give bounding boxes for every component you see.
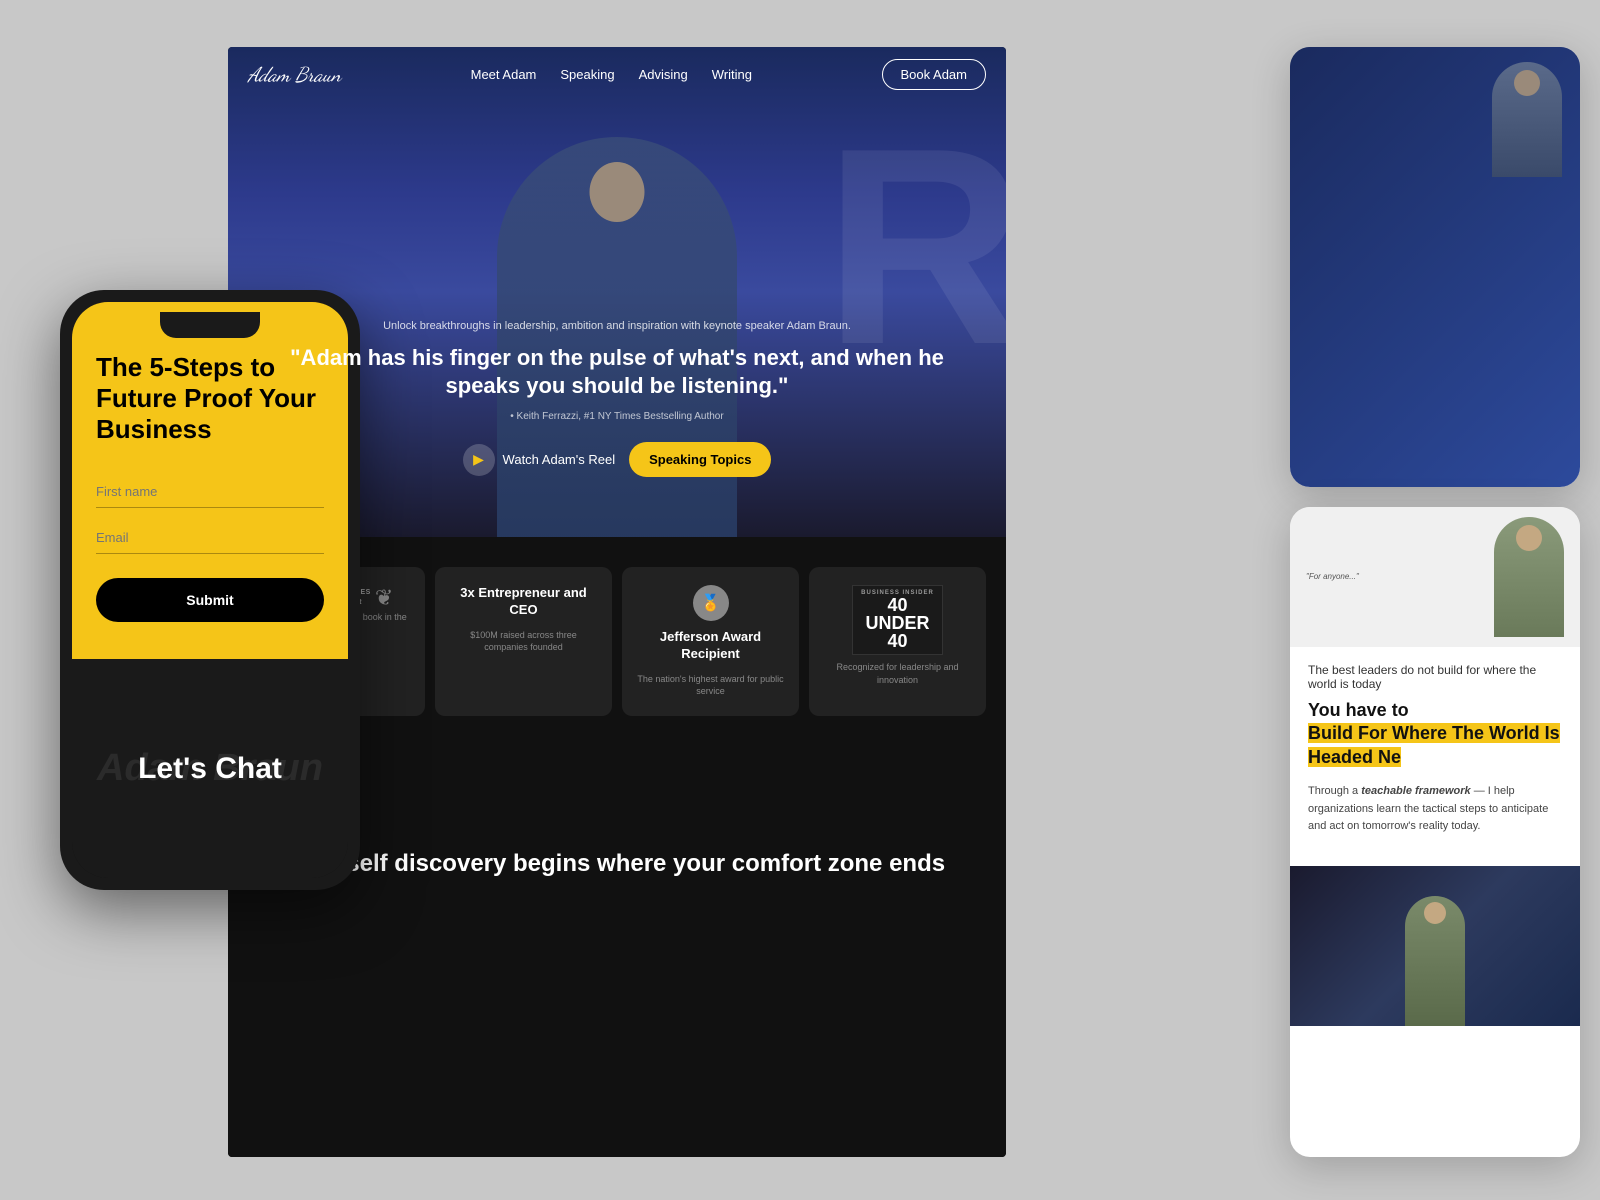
- bottom-quote: True self discovery begins where your co…: [268, 847, 966, 881]
- right-bottom-speaker: [1494, 517, 1564, 637]
- right-bottom-heading: You have to Build For Where The World Is…: [1308, 699, 1562, 769]
- heading-highlight: Build For Where The World Is Headed Ne: [1308, 723, 1560, 766]
- hero-attribution: • Keith Ferrazzi, #1 NY Times Bestsellin…: [288, 411, 946, 422]
- right-top-image: [1290, 47, 1580, 177]
- hero-head: [590, 162, 645, 222]
- heading-line1: You have to: [1308, 700, 1409, 720]
- forty-subtitle: Recognized for leadership and innovation: [823, 661, 972, 686]
- right-panel-bottom: "For anyone..." The best leaders do not …: [1290, 507, 1580, 1157]
- medal-icon: 🏅: [693, 585, 729, 621]
- phone-chat-text: Let's Chat: [138, 752, 282, 786]
- forty-badge: BUSINESS INSIDER 40UNDER40: [852, 585, 943, 655]
- phone-notch: [160, 312, 260, 338]
- stage-speaker-wrap: [1405, 896, 1465, 1026]
- hero-content: Unlock breakthroughs in leadership, ambi…: [228, 320, 1006, 477]
- nav-meet-adam[interactable]: Meet Adam: [471, 67, 537, 82]
- right-bottom-head: [1516, 525, 1542, 551]
- nav-speaking[interactable]: Speaking: [560, 67, 614, 82]
- right-bottom-image: "For anyone...": [1290, 507, 1580, 647]
- phone-dark-section: Adam Braun Let's Chat: [72, 659, 348, 878]
- right-bottom-quote-area: "For anyone...": [1306, 571, 1494, 582]
- right-bottom-image2: brn: [1290, 866, 1580, 1026]
- achievement-forty: BUSINESS INSIDER 40UNDER40 Recognized fo…: [809, 567, 986, 716]
- reel-label: Watch Adam's Reel: [503, 452, 616, 467]
- nav-links: Meet Adam Speaking Advising Writing: [471, 67, 752, 82]
- phone-submit-button[interactable]: Submit: [96, 578, 324, 622]
- speaker-stage-head: [1424, 902, 1446, 924]
- entrepreneur-title: 3x Entrepreneur and CEO: [449, 585, 598, 619]
- right-speaker-body: [1492, 62, 1562, 177]
- nav-advising[interactable]: Advising: [639, 67, 688, 82]
- nav-writing[interactable]: Writing: [712, 67, 752, 82]
- right-top-figure-wrap: [1290, 47, 1580, 177]
- navbar: Adam Braun Meet Adam Speaking Advising W…: [228, 47, 1006, 102]
- jefferson-subtitle: The nation's highest award for public se…: [636, 673, 785, 698]
- jefferson-title: Jefferson Award Recipient: [636, 629, 785, 663]
- right-bottom-content: The best leaders do not build for where …: [1290, 647, 1580, 866]
- speaking-topics-button[interactable]: Speaking Topics: [629, 442, 771, 477]
- achievement-jefferson: 🏅 Jefferson Award Recipient The nation's…: [622, 567, 799, 716]
- right-bottom-subtitle: The best leaders do not build for where …: [1308, 663, 1562, 691]
- right-panel-top: Adam's speeches have reached over 3 mill…: [1290, 47, 1580, 487]
- hero-buttons: ▶ Watch Adam's Reel Speaking Topics: [288, 442, 946, 477]
- right-bottom-para: Through a teachable framework — I help o…: [1308, 783, 1562, 836]
- hero-quote: "Adam has his finger on the pulse of wha…: [288, 344, 946, 401]
- hero-section: R Unlock breakthroughs in leadership, am…: [228, 47, 1006, 537]
- play-icon: ▶: [463, 444, 495, 476]
- site-logo: Adam Braun: [248, 63, 341, 87]
- phone-first-name-input[interactable]: [96, 476, 324, 508]
- speaker-stage: [1405, 896, 1465, 1026]
- forty-text: 40UNDER40: [861, 596, 934, 650]
- phone-email-input[interactable]: [96, 522, 324, 554]
- book-button[interactable]: Book Adam: [882, 59, 987, 90]
- hero-tagline: Unlock breakthroughs in leadership, ambi…: [288, 320, 946, 332]
- entrepreneur-subtitle: $100M raised across three companies foun…: [449, 629, 598, 654]
- watch-reel-button[interactable]: ▶ Watch Adam's Reel: [463, 444, 616, 476]
- achievement-entrepreneur: 3x Entrepreneur and CEO $100M raised acr…: [435, 567, 612, 716]
- right-speaker-head: [1514, 70, 1540, 96]
